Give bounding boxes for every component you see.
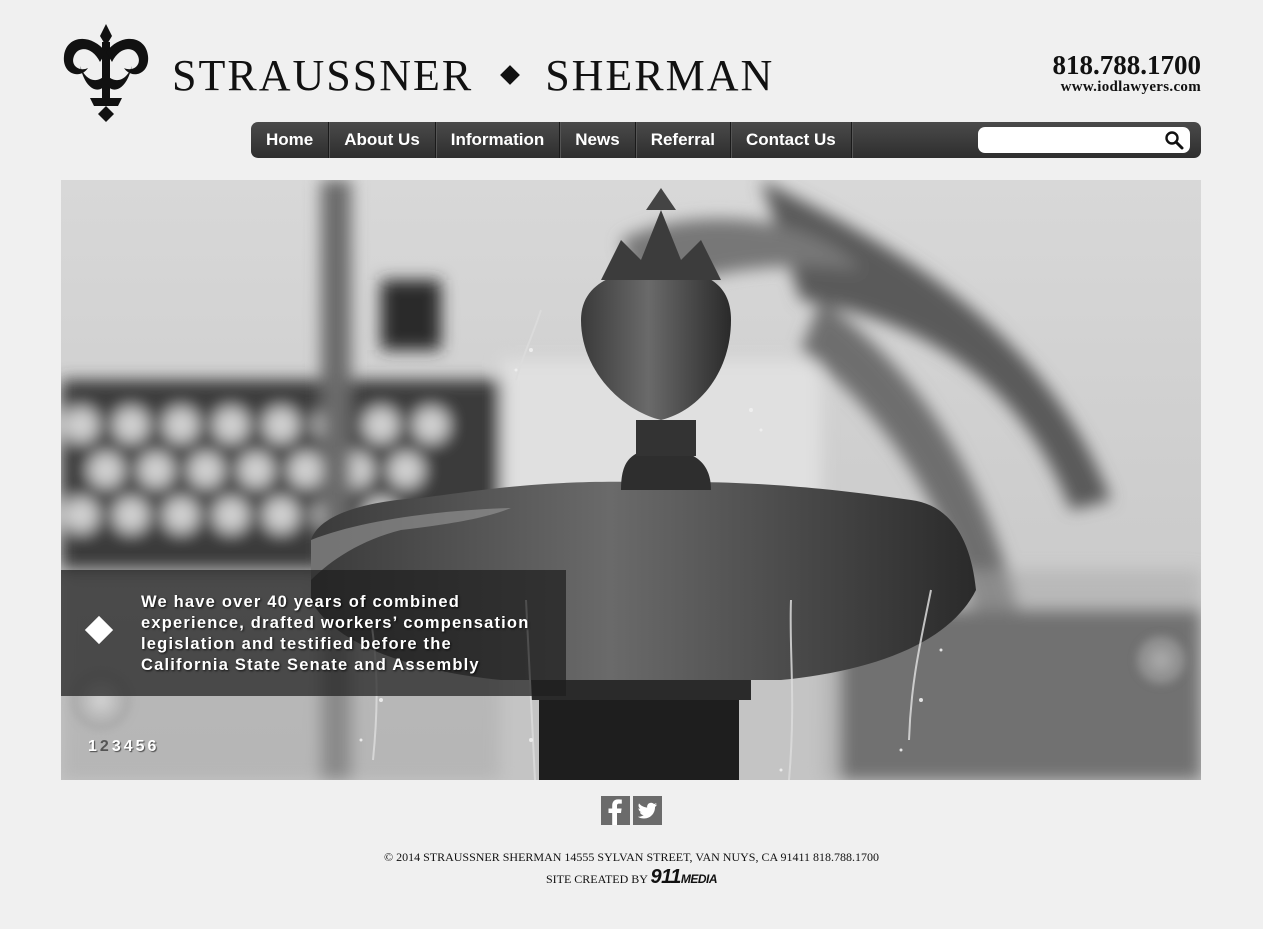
nav-item-news[interactable]: News	[560, 122, 636, 158]
slide-caption: We have over 40 years of combined experi…	[61, 570, 566, 696]
credit-brand-word: MEDIA	[680, 872, 718, 886]
nav-item-contact-us[interactable]: Contact Us	[731, 122, 852, 158]
search-box	[978, 127, 1190, 153]
nav-item-home[interactable]: Home	[251, 122, 330, 158]
slide-page-1[interactable]: 1	[88, 738, 97, 756]
firm-name-left: STRAUSSNER	[172, 51, 474, 100]
credit-prefix: SITE CREATED BY	[545, 872, 648, 886]
slide-page-2-active[interactable]: 2	[100, 738, 109, 756]
website-url: www.iodlawyers.com	[1060, 79, 1201, 95]
nav-item-information[interactable]: Information	[436, 122, 561, 158]
search-icon[interactable]	[1164, 130, 1184, 150]
caption-line: We have over 40 years of combined	[141, 593, 460, 611]
footer-copyright: © 2014 STRAUSSNER SHERMAN 14555 SYLVAN S…	[383, 850, 880, 864]
slide-page-3[interactable]: 3	[112, 738, 121, 756]
nav-item-referral[interactable]: Referral	[636, 122, 731, 158]
twitter-icon	[637, 802, 657, 819]
911media-logo[interactable]: 911MEDIA	[651, 866, 718, 888]
twitter-link[interactable]	[633, 796, 662, 825]
firm-logo[interactable]	[60, 22, 152, 122]
diamond-bullet-icon	[84, 615, 114, 645]
slide-page-6[interactable]: 6	[148, 738, 157, 756]
firm-name: STRAUSSNER SHERMAN	[172, 52, 774, 100]
phone-number: 818.788.1700	[1052, 50, 1202, 80]
nav-item-about-us[interactable]: About Us	[329, 122, 436, 158]
facebook-icon	[608, 799, 622, 825]
caption-line: experience, drafted workers’ compensatio…	[141, 614, 530, 632]
nav-menu: Home About Us Information News Referral …	[251, 122, 852, 158]
social-links	[601, 796, 662, 825]
hero-slideshow[interactable]: We have over 40 years of combined experi…	[61, 180, 1201, 780]
credit-brand-number: 911	[650, 866, 682, 888]
search-input[interactable]	[986, 130, 1160, 152]
facebook-link[interactable]	[601, 796, 630, 825]
diamond-separator-icon	[500, 65, 521, 85]
firm-name-right: SHERMAN	[545, 51, 775, 100]
slide-page-5[interactable]: 5	[136, 738, 145, 756]
caption-line: legislation and testified before the	[141, 635, 452, 653]
caption-line: California State Senate and Assembly	[141, 656, 480, 674]
caption-text: We have over 40 years of combined experi…	[141, 592, 581, 676]
main-navigation: Home About Us Information News Referral …	[251, 122, 1201, 158]
slide-page-4[interactable]: 4	[124, 738, 133, 756]
slide-pager: 1 2 3 4 5 6	[88, 738, 156, 756]
footer-credit: SITE CREATED BY 911MEDIA	[0, 866, 1263, 889]
